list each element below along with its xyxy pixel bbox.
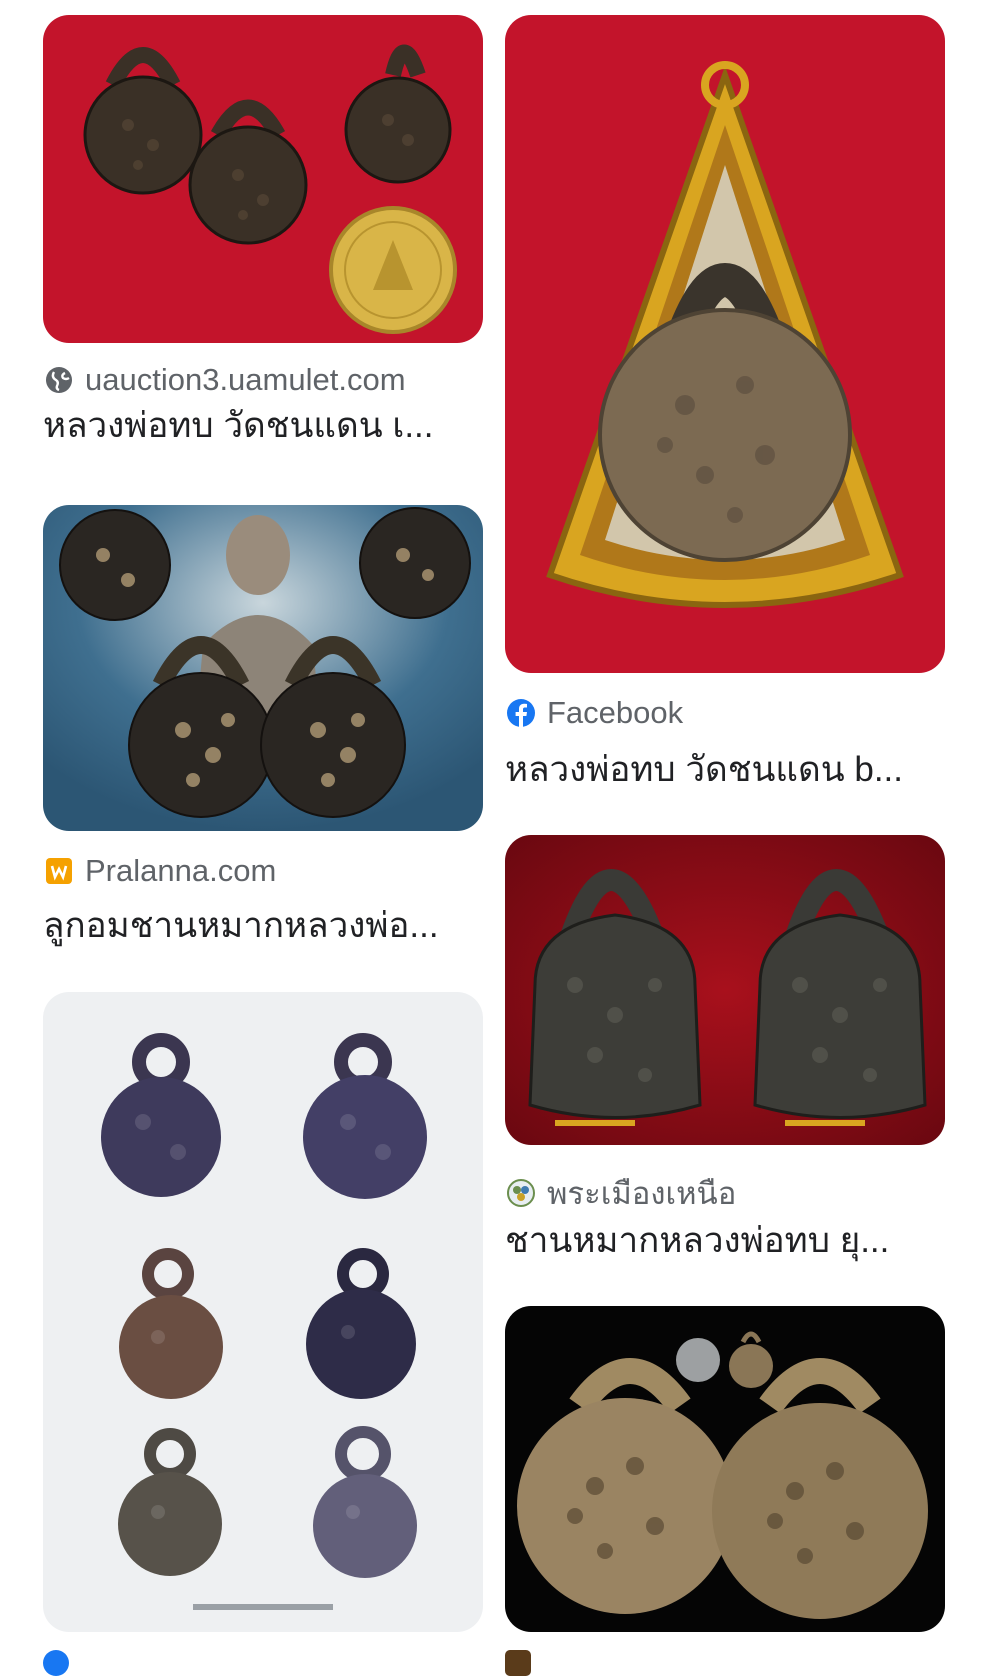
result-title[interactable]: ชานหมากหลวงพ่อทบ ยุ... — [505, 1213, 950, 1268]
result-source: พระเมืองเหนือ — [507, 1168, 736, 1218]
pralanna-icon — [45, 857, 73, 885]
source-label: uauction3.uamulet.com — [85, 362, 406, 397]
result-source: Pralanna.com — [45, 853, 276, 889]
amulet-photo — [505, 15, 945, 673]
result-source: uauction3.uamulet.com — [45, 362, 406, 398]
amulet-photo — [43, 505, 483, 831]
source-label: พระเมืองเหนือ — [547, 1176, 737, 1211]
result-thumbnail[interactable] — [43, 505, 483, 831]
result-thumbnail[interactable] — [505, 1306, 945, 1632]
amulet-photo — [43, 992, 483, 1632]
result-thumbnail[interactable] — [43, 15, 483, 343]
source-label: Pralanna.com — [85, 853, 277, 888]
result-thumbnail[interactable] — [43, 992, 483, 1632]
result-title[interactable]: หลวงพ่อทบ วัดชนแดน b... — [505, 742, 950, 797]
amulet-photo — [505, 835, 945, 1145]
facebook-icon — [507, 699, 535, 727]
amulet-photo — [505, 1306, 945, 1632]
result-thumbnail[interactable] — [505, 15, 945, 673]
next-result-source-peek — [505, 1650, 531, 1676]
result-thumbnail[interactable] — [505, 835, 945, 1145]
next-result-source-peek — [43, 1650, 69, 1676]
result-title[interactable]: ลูกอมชานหมากหลวงพ่อ... — [43, 898, 488, 953]
site-logo-icon — [507, 1179, 535, 1207]
result-title[interactable]: หลวงพ่อทบ วัดชนแดน เ... — [43, 398, 488, 453]
amulet-photo — [43, 15, 483, 343]
source-label: Facebook — [547, 695, 684, 730]
result-source: Facebook — [507, 695, 683, 731]
globe-icon — [45, 366, 73, 394]
